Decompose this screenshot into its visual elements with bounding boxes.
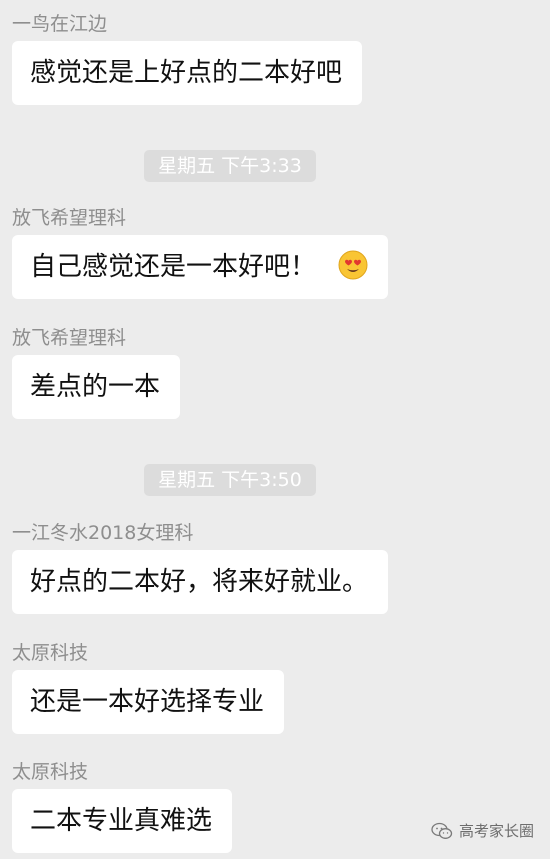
watermark-text: 高考家长圈 [458, 822, 534, 840]
message-sender: 太原科技 [12, 761, 89, 783]
chat-window: 一鸟在江边 感觉还是上好点的二本好吧 星期五 下午3:33 放飞希望理科 自己感… [0, 0, 550, 859]
message-text: 感觉还是上好点的二本好吧 [30, 58, 343, 88]
wechat-icon [431, 822, 453, 839]
message-bubble[interactable]: 好点的二本好，将来好就业。 [12, 550, 389, 614]
message-bubble[interactable]: 二本专业真难选 [12, 789, 233, 853]
heart-eyes-emoji-icon [338, 250, 368, 280]
timestamp-divider: 星期五 下午3:50 [144, 464, 316, 496]
message-text: 二本专业真难选 [30, 806, 213, 836]
message-sender: 放飞希望理科 [12, 327, 127, 349]
message-sender: 太原科技 [12, 642, 89, 664]
message-bubble[interactable]: 还是一本好选择专业 [12, 670, 285, 734]
message-sender: 一江冬水2018女理科 [12, 522, 194, 544]
message-text: 好点的二本好，将来好就业。 [30, 567, 369, 597]
message-bubble[interactable]: 感觉还是上好点的二本好吧 [12, 41, 363, 105]
timestamp-divider: 星期五 下午3:33 [144, 150, 316, 182]
message-sender: 一鸟在江边 [12, 13, 108, 35]
message-text: 差点的一本 [30, 372, 161, 402]
message-bubble[interactable]: 自己感觉还是一本好吧！ [12, 235, 389, 299]
message-text: 自己感觉还是一本好吧！ [30, 252, 317, 282]
message-text: 还是一本好选择专业 [30, 687, 265, 717]
message-bubble[interactable]: 差点的一本 [12, 355, 181, 419]
message-sender: 放飞希望理科 [12, 207, 127, 229]
watermark: 高考家长圈 [431, 820, 534, 841]
